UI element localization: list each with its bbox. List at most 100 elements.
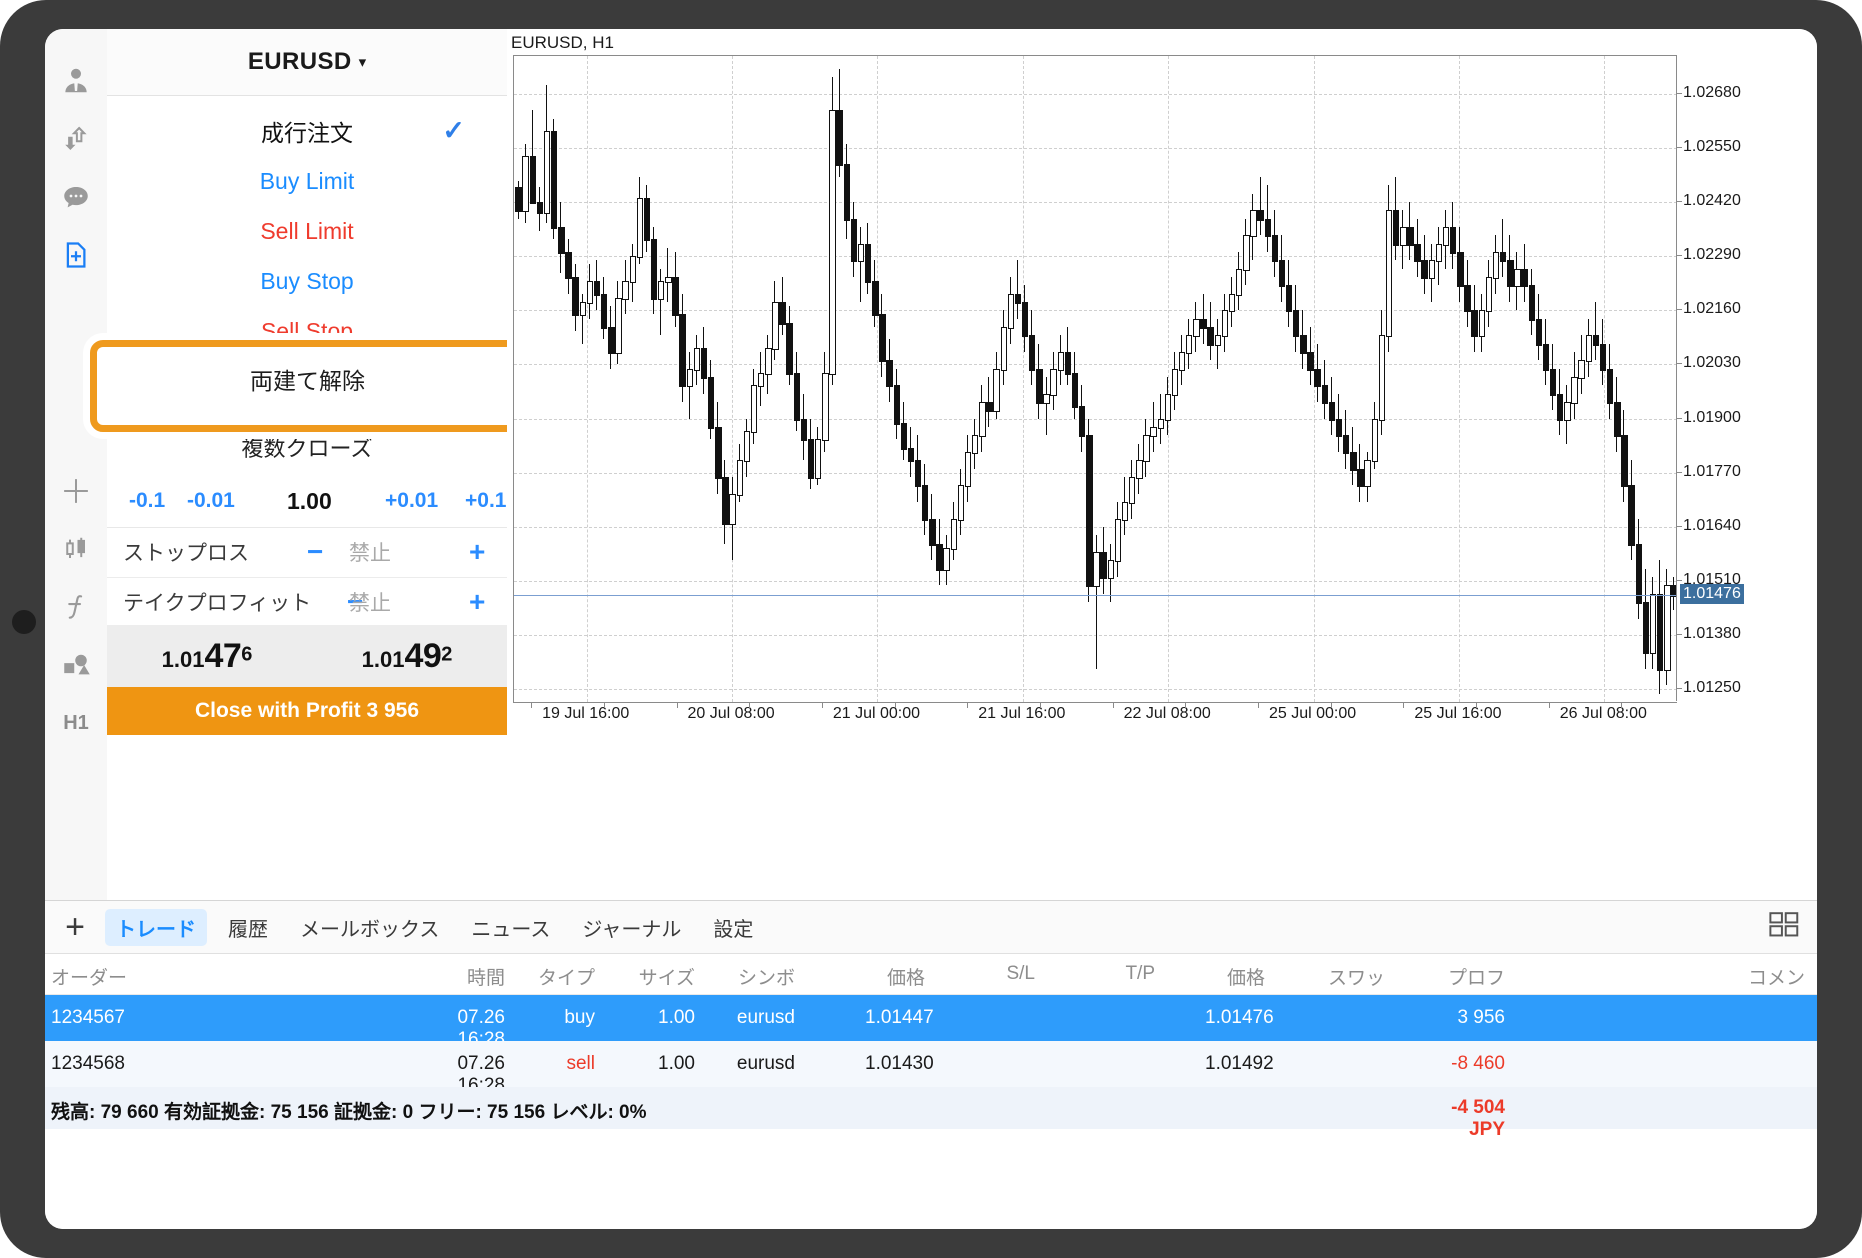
candlestick-chart-icon[interactable] [45,527,107,571]
price-axis-tick [1676,147,1682,148]
stop-loss-value[interactable]: 禁止 [349,537,391,567]
grid-line-horizontal [514,202,1677,203]
candle-body [1628,485,1634,545]
bid-price[interactable]: 1.01476 [107,637,307,676]
candle-body [1393,210,1399,245]
tab-settings[interactable]: 設定 [702,909,764,946]
left-toolbar: H1 [45,29,108,900]
column-header[interactable]: 時間 [445,963,505,990]
candle-body [1108,560,1114,579]
stop-loss-plus-button[interactable]: + [469,536,485,568]
ask-price[interactable]: 1.01492 [307,637,507,676]
trade-arrows-icon[interactable] [45,117,107,161]
column-header[interactable]: T/P [1095,963,1155,985]
trade-panel: EURUSD ▾ 成行注文 ✓ Buy Limit Sell Limit Buy… [107,29,508,900]
candle-body [1179,352,1185,371]
order-type-buy-stop[interactable]: Buy Stop [107,256,507,306]
time-axis-tick [531,702,532,708]
candle-body [1165,394,1171,421]
candle-body [1479,310,1485,337]
time-axis-label: 21 Jul 16:00 [978,705,1065,723]
candle-body [1443,227,1449,246]
order-open-price: 1.01430 [865,1053,925,1075]
order-type-list: 成行注文 ✓ Buy Limit Sell Limit Buy Stop Sel… [107,96,507,356]
order-type-sell-limit[interactable]: Sell Limit [107,206,507,256]
candle-body [1122,502,1128,521]
price-axis-tick [1676,580,1682,581]
price-axis-label: 1.02420 [1683,192,1741,210]
time-axis-tick [967,702,968,708]
column-header[interactable]: サイズ [635,963,695,990]
candle-body [558,227,564,254]
order-type: buy [535,1007,595,1029]
price-axis-tick [1676,93,1682,94]
candle-body [1008,294,1014,329]
take-profit-plus-button[interactable]: + [469,586,485,618]
take-profit-row: テイクプロフィット − 禁止 + [107,577,507,628]
chevron-down-icon: ▾ [359,53,367,71]
objects-icon[interactable] [45,643,107,687]
column-header[interactable]: 価格 [865,963,925,990]
candle-body [1222,310,1228,337]
candle-body [701,348,707,379]
new-order-document-icon[interactable] [45,233,107,277]
candle-body [1614,402,1620,437]
candle-wick [660,269,661,336]
time-axis-tick [749,702,750,708]
lot-plus-hundredth-button[interactable]: +0.01 [385,489,438,513]
tab-history[interactable]: 履歴 [217,909,279,946]
trader-icon[interactable] [45,59,107,103]
column-header[interactable]: 価格 [1205,963,1265,990]
candle-body [1193,319,1199,338]
lot-plus-tenth-button[interactable]: +0.1 [465,489,506,513]
price-axis-label: 1.01380 [1683,625,1741,643]
close-with-profit-button[interactable]: Close with Profit 3 956 [107,687,507,735]
tab-journal[interactable]: ジャーナル [571,909,692,946]
candle-body [1243,235,1249,270]
tab-mailbox[interactable]: メールボックス [289,909,450,946]
lot-value[interactable]: 1.00 [287,488,332,515]
add-tab-icon[interactable]: + [45,908,105,947]
hedge-release-button[interactable]: 両建て解除 [90,340,525,418]
order-size: 1.00 [635,1053,695,1075]
candle-body [1486,277,1492,312]
candle-body [651,239,657,299]
price-axis-label: 1.02160 [1683,300,1741,318]
check-icon: ✓ [442,116,465,147]
candle-body [1421,260,1427,279]
candle-body [1414,244,1420,263]
lot-minus-hundredth-button[interactable]: -0.01 [187,489,235,513]
panel-layout-icon[interactable] [1769,912,1799,943]
chart-plot[interactable] [513,55,1677,703]
symbol-selector[interactable]: EURUSD ▾ [107,29,507,96]
tab-trade[interactable]: トレード [105,909,207,946]
column-header[interactable]: オーダー [51,963,127,990]
time-axis-tick [895,702,896,708]
column-header[interactable]: タイプ [535,963,595,990]
order-type-buy-limit[interactable]: Buy Limit [107,156,507,206]
tab-news[interactable]: ニュース [460,909,561,946]
crosshair-icon[interactable] [45,469,107,513]
candle-body [737,460,743,495]
price-axis-tick [1676,526,1682,527]
price-axis-label: 1.01770 [1683,463,1741,481]
candle-body [1357,469,1363,488]
table-row[interactable]: 123456807.26 16:28sell1.00eurusd1.014301… [45,1041,1817,1087]
order-id: 1234567 [51,1007,125,1029]
order-type-market[interactable]: 成行注文 ✓ [107,106,507,156]
take-profit-value[interactable]: 禁止 [349,587,391,617]
table-row[interactable]: 123456707.26 16:28buy1.00eurusd1.014471.… [45,995,1817,1041]
lot-minus-tenth-button[interactable]: -0.1 [129,489,165,513]
candle-body [515,187,521,212]
column-header[interactable]: S/L [975,963,1035,985]
candle-body [1115,519,1121,563]
account-summary-value: -4 504 JPY [1445,1097,1505,1141]
chart-area[interactable]: EURUSD, H1 1.026801.025501.024201.022901… [507,29,1817,900]
price-axis-tick [1676,363,1682,364]
chat-bubble-icon[interactable] [45,175,107,219]
candle-body [1657,594,1663,671]
timeframe-icon[interactable]: H1 [45,701,107,745]
stop-loss-minus-button[interactable]: − [307,536,323,568]
indicators-function-icon[interactable] [45,585,107,629]
candle-body [1286,285,1292,312]
